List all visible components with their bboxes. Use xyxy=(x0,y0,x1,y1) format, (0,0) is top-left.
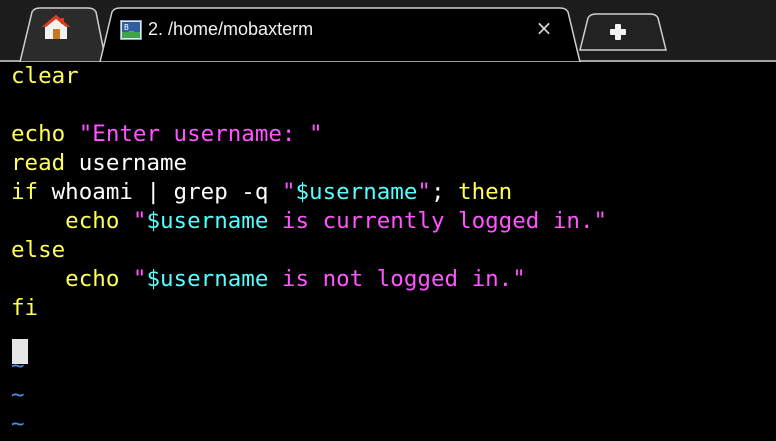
terminal-text-segment: $username xyxy=(146,266,269,292)
terminal-line: if whoami | grep -q "$username"; then xyxy=(11,178,512,207)
terminal-line: clear xyxy=(11,62,79,91)
terminal-text-segment: else xyxy=(11,237,66,263)
terminal-text-segment: " xyxy=(417,179,431,205)
terminal-text-segment: whoami | grep -q xyxy=(38,179,282,205)
text-cursor xyxy=(12,339,28,364)
terminal-line: else xyxy=(11,236,65,265)
terminal-text-segment: is currently logged in." xyxy=(268,208,608,234)
terminal-text-segment: if xyxy=(11,179,39,205)
terminal-line: echo "Enter username: " xyxy=(11,120,323,149)
plus-icon xyxy=(610,24,626,40)
terminal-text-segment: fi xyxy=(11,295,39,321)
terminal-line: ~ xyxy=(11,410,25,439)
close-icon[interactable]: × xyxy=(533,17,555,39)
terminal-text-segment: is not logged in." xyxy=(268,266,526,292)
terminal-text-segment: then xyxy=(458,179,513,205)
tab-title: 2. /home/mobaxterm xyxy=(148,19,314,39)
terminal-line: fi xyxy=(11,294,38,323)
terminal-text-segment: " xyxy=(132,208,147,234)
terminal-text-segment: echo xyxy=(11,121,79,147)
terminal-line: ~ xyxy=(11,381,25,410)
terminal-icon: B_ xyxy=(120,20,142,40)
terminal-text-segment: "Enter username: " xyxy=(78,121,323,147)
terminal-line: echo "$username is not logged in." xyxy=(11,265,526,294)
terminal-text-segment: " xyxy=(281,179,296,205)
svg-text:B_: B_ xyxy=(124,23,134,32)
terminal-text-segment: " xyxy=(132,266,147,292)
terminal-text-segment: echo xyxy=(11,266,133,292)
terminal-line: read username xyxy=(11,149,187,178)
terminal-text-segment: clear xyxy=(11,63,79,89)
terminal-line: echo "$username is currently logged in." xyxy=(11,207,607,236)
terminal-text-segment: echo xyxy=(11,208,133,234)
terminal-text-segment: username xyxy=(65,150,188,176)
terminal-text-segment: ; xyxy=(430,179,459,205)
terminal-text-segment: ~ xyxy=(11,411,25,437)
terminal-text-segment: $username xyxy=(295,179,418,205)
terminal-text-segment: read xyxy=(11,150,66,176)
terminal-area[interactable]: clear echo "Enter username: " read usernam… xyxy=(0,62,776,441)
mobaxterm-window: B_ 2. /home/mobaxterm × clear echo "Enter… xyxy=(0,0,776,441)
tab-bar: B_ 2. /home/mobaxterm × xyxy=(0,0,776,62)
home-icon xyxy=(42,15,70,39)
terminal-text-segment: ~ xyxy=(11,382,25,408)
terminal-text-segment: $username xyxy=(146,208,269,234)
